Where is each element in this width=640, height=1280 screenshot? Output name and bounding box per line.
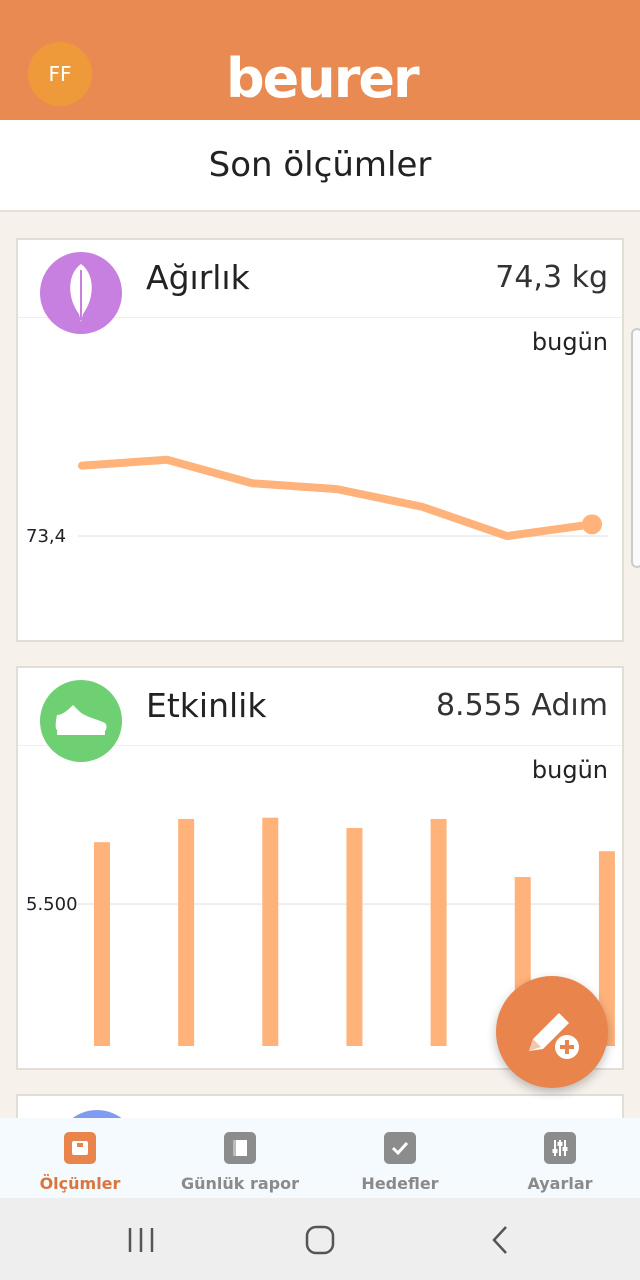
tab-daily-report[interactable]: Günlük rapor <box>160 1118 320 1198</box>
goals-check-icon <box>384 1132 416 1164</box>
system-nav-bar <box>0 1198 640 1280</box>
page-title: Son ölçümler <box>208 145 432 185</box>
bottom-tab-bar: Ölçümler Günlük rapor Hedefler Ayarlar <box>0 1118 640 1198</box>
brand-logo: beurer <box>226 47 420 110</box>
activity-reference-label: 5.500 <box>26 894 78 915</box>
activity-bar <box>178 818 195 1046</box>
tab-measurements[interactable]: Ölçümler <box>0 1118 160 1198</box>
diary-book-icon <box>224 1132 256 1164</box>
activity-bar <box>346 827 363 1046</box>
add-measurement-button[interactable] <box>496 976 608 1088</box>
activity-bar <box>94 842 110 1046</box>
tab-label: Ayarlar <box>527 1174 593 1193</box>
edit-add-icon <box>529 1013 579 1059</box>
scroll-edge-handle[interactable] <box>631 328 640 568</box>
recent-apps-icon[interactable] <box>124 1226 158 1254</box>
tab-label: Ölçümler <box>39 1174 121 1193</box>
home-icon[interactable] <box>304 1224 336 1256</box>
profile-avatar[interactable]: FF <box>28 42 92 106</box>
weight-chart: 73,4 <box>26 455 608 547</box>
measurements-icon <box>64 1132 96 1164</box>
tab-label: Günlük rapor <box>180 1174 300 1193</box>
activity-bar <box>262 817 279 1046</box>
page-title-bar: Son ölçümler <box>0 120 640 212</box>
weight-point <box>582 514 602 535</box>
activity-bar <box>430 818 447 1046</box>
tab-goals[interactable]: Hedefler <box>320 1118 480 1198</box>
weight-reference-label: 73,4 <box>26 526 66 547</box>
tab-settings[interactable]: Ayarlar <box>480 1118 640 1198</box>
settings-sliders-icon <box>544 1132 576 1164</box>
weight-line-series <box>78 455 596 541</box>
tab-label: Hedefler <box>361 1174 439 1193</box>
weight-points <box>81 459 602 537</box>
app-header: FF beurer <box>0 0 640 120</box>
back-icon[interactable] <box>488 1224 512 1256</box>
weight-card[interactable]: Ağırlık 74,3 kg bugün 73,4 <box>16 238 624 642</box>
